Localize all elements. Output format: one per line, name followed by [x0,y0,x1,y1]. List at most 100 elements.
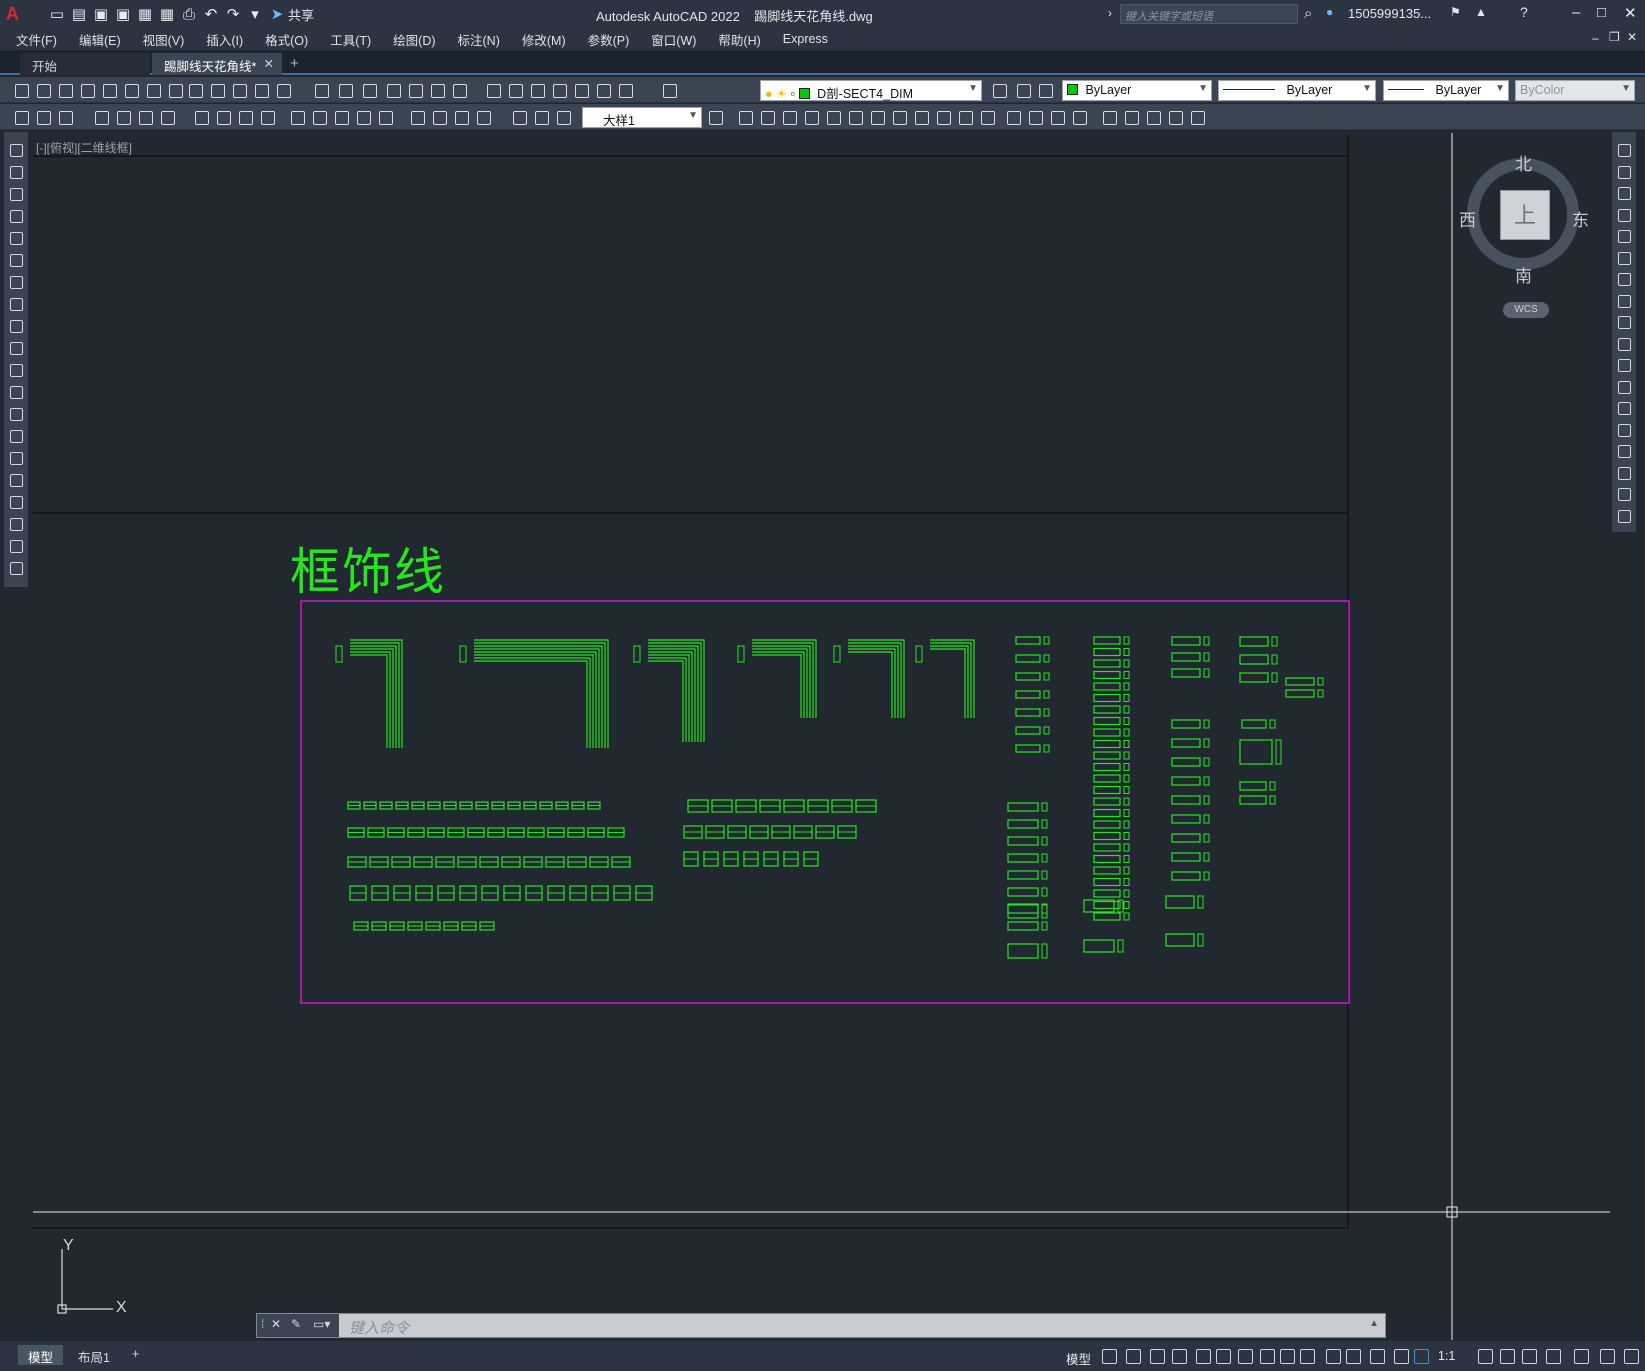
dim-tool-22-icon[interactable] [532,108,550,126]
draw-tool-20-icon[interactable] [10,562,23,575]
standard-tool-24-icon[interactable] [550,81,568,99]
modify-tool-3-icon[interactable] [1618,187,1631,200]
user-icon[interactable]: ● [1326,5,1333,19]
standard-tool-23-icon[interactable] [528,81,546,99]
standard-tool-1-icon[interactable] [12,81,30,99]
status-toggle-16-icon[interactable] [1478,1349,1493,1364]
publish-icon[interactable]: ▦ [156,3,178,25]
dim-tool-7-icon[interactable] [158,108,176,126]
viewcube-north[interactable]: 北 [1515,150,1532,175]
draw-tool-17-icon[interactable] [10,496,23,509]
search-icon[interactable]: ⌕ [1304,5,1312,22]
modify-tool-18-icon[interactable] [1618,509,1631,523]
cart-icon[interactable]: ⚑ [1450,5,1461,19]
dim-tool-34-icon[interactable] [934,108,952,126]
save-icon[interactable]: ▣ [90,3,112,25]
standard-tool-21-icon[interactable] [484,81,502,99]
status-toggle-20-icon[interactable] [1574,1349,1589,1364]
standard-tool-3-icon[interactable] [56,81,74,99]
standard-tool-18-icon[interactable] [406,81,424,99]
color-dropdown[interactable]: ByLayer ▼ [1062,80,1212,101]
chevron-right-icon[interactable]: › [1108,6,1112,20]
dim-tool-15-icon[interactable] [354,108,372,126]
status-toggle-17-icon[interactable] [1500,1349,1515,1364]
draw-tool-5-icon[interactable] [10,232,23,245]
menu-tools[interactable]: 工具(T) [330,30,371,49]
model-space-canvas[interactable] [33,133,1610,1313]
status-toggle-15-icon[interactable] [1414,1349,1429,1364]
dim-tool-25-icon[interactable] [736,108,754,126]
draw-tool-10-icon[interactable] [10,342,23,355]
standard-tool-19-icon[interactable] [428,81,446,99]
wcs-menu[interactable]: WCS [1503,302,1549,318]
standard-tool-4-icon[interactable] [78,81,96,99]
status-toggle-7-icon[interactable] [1238,1349,1253,1364]
standard-tool-20-icon[interactable] [450,81,468,99]
layer-tool-3-icon[interactable] [1036,81,1054,99]
standard-tool-27-icon[interactable] [616,81,634,99]
doc-restore-icon[interactable]: ❐ [1609,30,1620,44]
menu-modify[interactable]: 修改(M) [522,30,566,49]
status-toggle-5-icon[interactable] [1196,1349,1211,1364]
command-line[interactable]: ⁞ ✕ ✎ ▭▾ 键入命令 ▲ [256,1313,1386,1338]
app-logo[interactable]: A [6,4,24,25]
open-file-icon[interactable]: ▤ [68,3,90,25]
layout-tab-model[interactable]: 模型 [18,1345,64,1365]
dim-tool-43-icon[interactable] [1144,108,1162,126]
draw-tool-14-icon[interactable] [10,430,23,443]
dim-tool-6-icon[interactable] [136,108,154,126]
search-input[interactable]: 键入关键字或短语 [1120,4,1298,24]
viewcube-east[interactable]: 东 [1572,206,1589,231]
standard-tool-12-icon[interactable] [252,81,270,99]
command-input[interactable]: 键入命令 [349,1317,409,1338]
draw-tool-7-icon[interactable] [10,276,23,289]
menu-express[interactable]: Express [783,32,828,46]
dim-tool-41-icon[interactable] [1100,108,1118,126]
dim-tool-10-icon[interactable] [236,108,254,126]
dim-tool-12-icon[interactable] [288,108,306,126]
viewport-controls[interactable]: [-][俯视][二维线框] [36,139,132,156]
doc-close-icon[interactable]: ✕ [1627,30,1637,44]
standard-tool-13-icon[interactable] [274,81,292,99]
viewcube[interactable]: 上 北 南 东 西 WCS [1453,150,1593,330]
modify-tool-14-icon[interactable] [1618,423,1631,437]
dim-tool-29-icon[interactable] [824,108,842,126]
standard-tool-16-icon[interactable] [360,81,378,99]
modify-tool-6-icon[interactable] [1618,251,1631,265]
modify-tool-2-icon[interactable] [1618,165,1631,179]
dim-tool-19-icon[interactable] [452,108,470,126]
doc-minimize-icon[interactable]: – [1592,31,1599,45]
dim-tool-17-icon[interactable] [408,108,426,126]
dim-tool-20-icon[interactable] [474,108,492,126]
dim-tool-1-icon[interactable] [12,108,30,126]
modify-tool-9-icon[interactable] [1618,316,1631,329]
dim-tool-36-icon[interactable] [978,108,996,126]
modify-tool-4-icon[interactable] [1618,208,1631,222]
dim-tool-18-icon[interactable] [430,108,448,126]
dim-tool-21-icon[interactable] [510,108,528,126]
dim-tool-33-icon[interactable] [912,108,930,126]
menu-view[interactable]: 视图(V) [143,30,185,49]
standard-tool-25-icon[interactable] [572,81,590,99]
customize-wrench-icon[interactable]: ✎ [291,1317,301,1331]
dim-tool-45-icon[interactable] [1188,108,1206,126]
new-file-icon[interactable]: ▭ [46,3,68,25]
undo-icon[interactable]: ↶ [200,3,222,25]
user-name[interactable]: 1505999135... [1348,6,1431,21]
web-save-icon[interactable]: ▦ [134,3,156,25]
menu-edit[interactable]: 编辑(E) [79,30,121,49]
grip-icon[interactable]: ⁞ [261,1317,264,1331]
layout-tab-layout1[interactable]: 布局1 [68,1345,120,1365]
status-toggle-3-icon[interactable] [1150,1349,1165,1364]
status-toggle-22-icon[interactable] [1624,1349,1639,1364]
dim-tool-23-icon[interactable] [554,108,572,126]
standard-tool-14-icon[interactable] [312,81,330,99]
annotation-scale[interactable]: 1:1 [1438,1349,1455,1363]
dim-tool-9-icon[interactable] [214,108,232,126]
modify-tool-7-icon[interactable] [1618,273,1631,286]
draw-tool-6-icon[interactable] [10,254,23,267]
plotstyle-dropdown[interactable]: ByColor ▼ [1515,80,1635,101]
dim-tool-5-icon[interactable] [114,108,132,126]
dim-tool-14-icon[interactable] [332,108,350,126]
standard-tool-5-icon[interactable] [100,81,118,99]
